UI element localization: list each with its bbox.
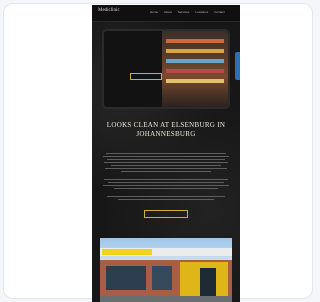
nav-item-services[interactable]: Services: [178, 10, 190, 14]
text-line: [111, 165, 221, 166]
shelf-stripe: [166, 39, 224, 43]
nav-item-contact[interactable]: Contact: [214, 10, 224, 14]
shelf-stripe: [166, 69, 224, 73]
text-line: [121, 171, 211, 172]
body-paragraph-block: [102, 153, 230, 202]
store-pavement: [100, 296, 232, 302]
site-logo[interactable]: Mediclinic: [98, 8, 120, 13]
shelf-stripe: [166, 49, 224, 53]
read-more-button[interactable]: [144, 210, 188, 218]
text-line: [106, 153, 226, 154]
nav-item-locations[interactable]: Locations: [195, 10, 208, 14]
text-line: [104, 162, 228, 163]
hero-shop-photo: [162, 31, 228, 107]
page-heading: LOOKS CLEAN AT ELSENBURG IN JOHANNESBURG: [106, 121, 226, 138]
store-door: [200, 268, 216, 298]
hero-banner: [102, 29, 230, 109]
text-line: [105, 168, 227, 169]
shelf-stripe: [166, 79, 224, 83]
nav-menu: Home About Services Locations Contact: [150, 10, 225, 14]
store-window: [152, 266, 172, 290]
hero-button[interactable]: [130, 73, 162, 80]
mobile-page-screenshot: Mediclinic Home About Services Locations…: [92, 5, 240, 302]
top-navigation-bar: Mediclinic Home About Services Locations…: [92, 5, 240, 22]
hero-text-panel: [104, 31, 162, 107]
nav-item-about[interactable]: About: [164, 10, 172, 14]
text-line: [108, 182, 224, 183]
nav-item-home[interactable]: Home: [150, 10, 158, 14]
text-line: [103, 185, 229, 186]
side-feedback-tab[interactable]: [235, 52, 240, 80]
text-line: [118, 199, 214, 200]
text-line: [104, 179, 228, 180]
shelf-stripe: [166, 59, 224, 63]
store-sign: [102, 249, 152, 255]
storefront-photo: [100, 238, 232, 302]
text-line: [107, 196, 225, 197]
store-window: [106, 266, 146, 290]
text-line: [114, 188, 218, 189]
text-line: [103, 156, 229, 157]
text-line: [107, 159, 225, 160]
